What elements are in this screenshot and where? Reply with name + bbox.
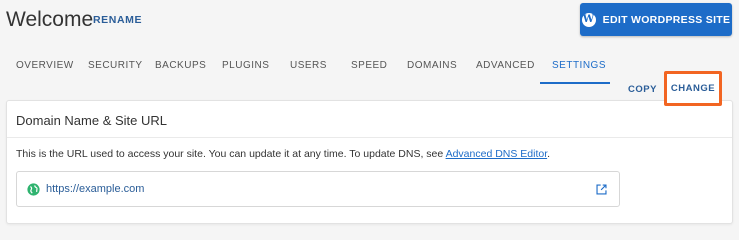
tab-overview[interactable]: OVERVIEW xyxy=(16,60,74,71)
tab-speed[interactable]: SPEED xyxy=(351,60,387,71)
site-url-field[interactable]: https://example.com xyxy=(16,171,620,207)
globe-icon xyxy=(27,183,40,196)
tab-security[interactable]: SECURITY xyxy=(88,60,143,71)
card-description: This is the URL used to access your site… xyxy=(16,148,550,160)
domain-settings-card: Domain Name & Site URL This is the URL u… xyxy=(6,100,733,224)
description-text: This is the URL used to access your site… xyxy=(16,148,446,160)
tab-settings[interactable]: SETTINGS xyxy=(552,60,606,71)
tab-backups[interactable]: BACKUPS xyxy=(155,60,206,71)
advanced-dns-editor-link[interactable]: Advanced DNS Editor xyxy=(446,148,548,160)
tab-domains[interactable]: DOMAINS xyxy=(407,60,457,71)
site-url-value: https://example.com xyxy=(46,183,145,195)
tab-bar: OVERVIEW SECURITY BACKUPS PLUGINS USERS … xyxy=(0,52,739,84)
edit-wordpress-site-label: EDIT WORDPRESS SITE xyxy=(602,13,731,26)
tab-users[interactable]: USERS xyxy=(290,60,327,71)
tab-plugins[interactable]: PLUGINS xyxy=(222,60,269,71)
card-divider xyxy=(7,137,732,138)
card-title: Domain Name & Site URL xyxy=(16,113,167,128)
copy-button[interactable]: COPY xyxy=(628,84,657,95)
active-tab-indicator xyxy=(540,82,610,84)
change-button[interactable]: CHANGE xyxy=(664,71,722,106)
edit-wordpress-site-button[interactable]: W EDIT WORDPRESS SITE xyxy=(580,3,732,36)
rename-link[interactable]: RENAME xyxy=(93,14,142,26)
wordpress-icon: W xyxy=(581,12,596,27)
description-end: . xyxy=(547,148,551,160)
site-title: Welcome xyxy=(6,8,94,31)
external-link-icon[interactable] xyxy=(595,183,608,196)
tab-advanced[interactable]: ADVANCED xyxy=(476,60,535,71)
